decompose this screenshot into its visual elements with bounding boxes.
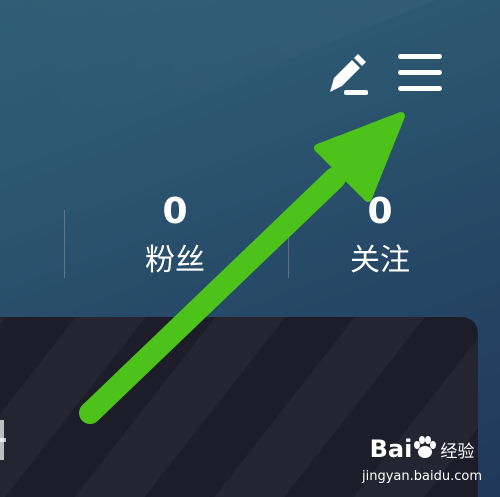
top-toolbar (320, 44, 460, 104)
watermark-url: jingyan.baidu.com (362, 469, 482, 484)
followers-stat[interactable]: 0 粉丝 (100, 190, 250, 282)
following-stat[interactable]: 0 关注 (305, 190, 455, 282)
profile-stats: 0 粉丝 0 关注 (0, 185, 500, 305)
menu-button[interactable] (390, 44, 450, 104)
edit-profile-button[interactable] (320, 44, 372, 104)
baidu-jingyan-watermark: Bai 经验 jingyan.baidu.com (352, 435, 492, 491)
followers-label: 粉丝 (145, 243, 205, 278)
watermark-brand: Bai 经验 (352, 435, 492, 467)
plus-icon (0, 420, 6, 460)
pencil-icon (330, 54, 368, 95)
following-label: 关注 (350, 243, 410, 278)
following-count: 0 (367, 191, 393, 232)
paw-icon (412, 435, 438, 467)
stats-divider (64, 210, 65, 278)
hamburger-menu-icon (398, 54, 442, 91)
stats-divider (288, 210, 289, 278)
profile-screen: 0 粉丝 0 关注 Bai 经验 jingyan.baidu.com (0, 0, 500, 497)
followers-count: 0 (162, 191, 188, 232)
